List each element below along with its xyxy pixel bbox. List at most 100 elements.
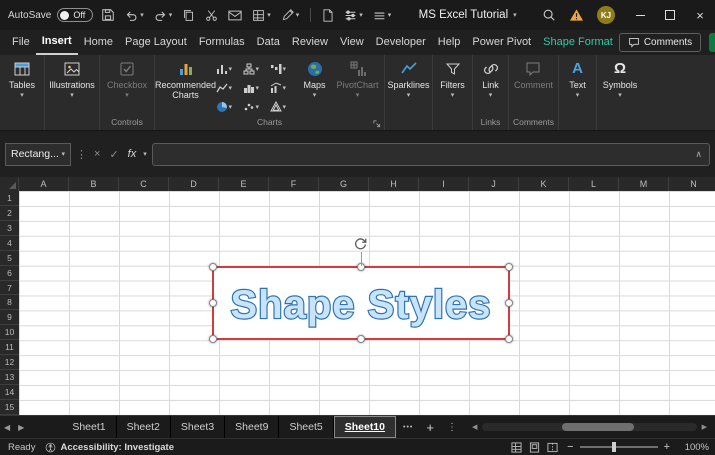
resize-handle-e[interactable]: [505, 299, 513, 307]
tab-developer[interactable]: Developer: [370, 30, 432, 55]
column-header[interactable]: I: [419, 177, 469, 191]
document-title[interactable]: MS Excel Tutorial ▾: [419, 9, 517, 21]
sparklines-button[interactable]: Sparklines ▾: [385, 57, 431, 99]
insert-statistic-chart-button[interactable]: ▾: [242, 79, 268, 97]
column-header[interactable]: J: [469, 177, 519, 191]
namebox-resize-handle[interactable]: ⋮: [76, 148, 87, 161]
sheet-tab[interactable]: Sheet2: [117, 415, 171, 439]
insert-line-chart-button[interactable]: ▾: [215, 79, 241, 97]
zoom-slider[interactable]: [579, 442, 658, 452]
row-header[interactable]: 8: [0, 295, 19, 311]
rotate-handle[interactable]: [353, 237, 368, 252]
more-sheets-button[interactable]: •••: [396, 424, 420, 431]
name-box[interactable]: Rectang... ▾: [5, 142, 71, 166]
column-header[interactable]: K: [519, 177, 569, 191]
maps-button[interactable]: Maps ▾: [297, 57, 333, 99]
search-icon[interactable]: [542, 8, 556, 22]
scroll-left-icon[interactable]: ◀: [472, 423, 477, 431]
table-tool-button[interactable]: ▾: [250, 7, 273, 24]
insert-combo-chart-button[interactable]: ▾: [269, 79, 295, 97]
formula-input[interactable]: ∧: [151, 142, 710, 166]
column-header[interactable]: M: [619, 177, 669, 191]
tab-view[interactable]: View: [334, 30, 370, 55]
resize-handle-se[interactable]: [505, 335, 513, 343]
row-header[interactable]: 5: [0, 251, 19, 266]
column-header[interactable]: L: [569, 177, 619, 191]
text-button[interactable]: A Text ▾: [567, 57, 588, 99]
resize-handle-w[interactable]: [209, 299, 217, 307]
tab-review[interactable]: Review: [286, 30, 334, 55]
illustrations-button[interactable]: Illustrations ▾: [47, 57, 97, 99]
tables-button[interactable]: Tables ▾: [7, 57, 37, 99]
sheet-tab-active[interactable]: Sheet10: [333, 415, 396, 439]
selected-shape[interactable]: Shape Styles: [209, 238, 513, 343]
grid-cells[interactable]: Shape Styles: [19, 191, 715, 415]
scrollbar-thumb[interactable]: [562, 423, 635, 431]
zoom-in-button[interactable]: +: [664, 441, 670, 453]
sheet-tab[interactable]: Sheet5: [279, 415, 334, 439]
pivotchart-button[interactable]: PivotChart ▾: [335, 57, 381, 99]
row-header[interactable]: 7: [0, 281, 19, 296]
zoom-level[interactable]: 100%: [679, 442, 709, 453]
row-header[interactable]: 10: [0, 325, 19, 341]
draw-tool-button[interactable]: ▾: [279, 7, 302, 24]
cancel-button[interactable]: ×: [92, 148, 102, 160]
sheet-nav-right-icon[interactable]: ▶: [14, 423, 28, 432]
undo-button[interactable]: ▾: [123, 7, 146, 24]
column-header[interactable]: D: [169, 177, 219, 191]
row-header[interactable]: 11: [0, 340, 19, 356]
zoom-out-button[interactable]: −: [567, 441, 573, 453]
document-icon[interactable]: [320, 7, 336, 24]
normal-view-button[interactable]: [511, 441, 522, 453]
filters-button[interactable]: Filters ▾: [438, 57, 467, 99]
maximize-button[interactable]: [655, 0, 685, 30]
sheet-options-button[interactable]: ⋮: [440, 422, 464, 433]
insert-hierarchy-chart-button[interactable]: ▾: [242, 60, 268, 78]
row-header[interactable]: 1: [0, 191, 19, 206]
row-header[interactable]: 3: [0, 221, 19, 236]
insert-scatter-chart-button[interactable]: ▾: [242, 98, 268, 116]
save-icon[interactable]: [99, 6, 117, 24]
column-header[interactable]: B: [69, 177, 119, 191]
cut-icon[interactable]: [203, 7, 220, 24]
column-header[interactable]: N: [669, 177, 715, 191]
resize-handle-nw[interactable]: [209, 263, 217, 271]
row-header[interactable]: 13: [0, 370, 19, 385]
shape-text[interactable]: Shape Styles: [229, 282, 491, 328]
insert-column-chart-button[interactable]: ▾: [215, 60, 241, 78]
tab-file[interactable]: File: [6, 30, 36, 55]
tab-page-layout[interactable]: Page Layout: [119, 30, 193, 55]
tab-shape-format[interactable]: Shape Format: [537, 30, 619, 55]
row-header[interactable]: 15: [0, 400, 19, 415]
scrollbar-track[interactable]: [482, 423, 697, 431]
row-header[interactable]: 6: [0, 266, 19, 281]
column-header[interactable]: H: [369, 177, 419, 191]
resize-handle-sw[interactable]: [209, 335, 217, 343]
row-header[interactable]: 9: [0, 310, 19, 326]
tab-formulas[interactable]: Formulas: [193, 30, 251, 55]
collapse-formula-bar-icon[interactable]: ∧: [695, 149, 702, 160]
menu-button[interactable]: ▾: [371, 7, 394, 24]
accessibility-status[interactable]: Accessibility: Investigate: [45, 442, 174, 453]
comments-button[interactable]: Comments: [618, 33, 702, 52]
checkbox-button[interactable]: Checkbox ▾: [105, 57, 149, 99]
tab-data[interactable]: Data: [251, 30, 286, 55]
autosave-toggle[interactable]: Off: [57, 8, 94, 22]
select-all-corner[interactable]: [0, 177, 19, 191]
new-sheet-button[interactable]: +: [420, 420, 440, 435]
share-button[interactable]: Share ▾: [709, 33, 715, 52]
zoom-slider-thumb[interactable]: [611, 442, 616, 452]
settings-sliders-button[interactable]: ▾: [342, 7, 365, 24]
column-header[interactable]: C: [119, 177, 169, 191]
column-header[interactable]: A: [19, 177, 69, 191]
recommended-charts-button[interactable]: Recommended Charts: [155, 57, 216, 101]
enter-button[interactable]: ✓: [107, 148, 120, 161]
minimize-button[interactable]: [625, 0, 655, 30]
sheet-tab[interactable]: Sheet3: [171, 415, 226, 439]
column-header[interactable]: G: [319, 177, 369, 191]
row-header[interactable]: 14: [0, 385, 19, 400]
redo-button[interactable]: ▾: [152, 7, 175, 24]
row-header[interactable]: 4: [0, 236, 19, 251]
insert-function-button[interactable]: fx: [126, 148, 139, 160]
tab-power-pivot[interactable]: Power Pivot: [466, 30, 537, 55]
